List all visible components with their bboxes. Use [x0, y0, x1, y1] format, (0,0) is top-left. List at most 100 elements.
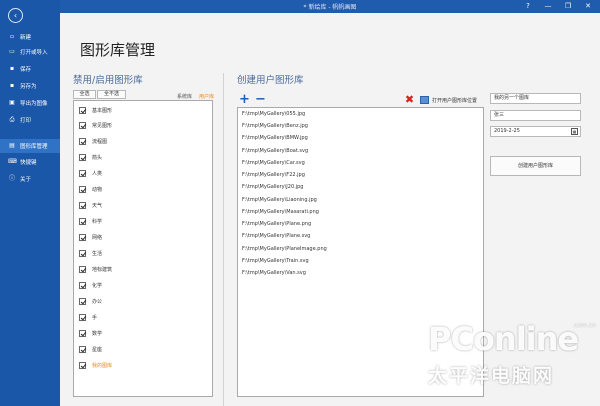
- open-library-location-label: 打开用户图形库位置: [432, 97, 478, 104]
- close-icon[interactable]: ✕: [578, 0, 598, 13]
- checkbox[interactable]: [79, 233, 86, 241]
- checkbox[interactable]: [79, 345, 86, 353]
- select-all-button[interactable]: 全选: [73, 90, 96, 99]
- checkbox[interactable]: [79, 137, 86, 145]
- checkbox[interactable]: [79, 121, 86, 129]
- list-item[interactable]: 网络: [79, 232, 102, 242]
- checkbox[interactable]: [79, 297, 86, 305]
- sidebar-item-open-import[interactable]: ▭ 打开或导入: [0, 45, 60, 59]
- library-name-field[interactable]: 我的另一个图库: [490, 93, 581, 104]
- window-controls: ? — ❐ ✕: [518, 0, 598, 13]
- list-item[interactable]: F:\tmp\MyGallery\BMW.jpg: [242, 135, 308, 141]
- list-item[interactable]: 地标建筑: [79, 264, 112, 274]
- list-item[interactable]: 办公: [79, 296, 102, 306]
- author-field[interactable]: 张三: [490, 110, 581, 121]
- list-item[interactable]: 生活: [79, 248, 102, 258]
- checkbox[interactable]: [79, 217, 86, 225]
- delete-icon[interactable]: ✖: [404, 94, 415, 105]
- checkbox[interactable]: [79, 201, 86, 209]
- library-icon: ▤: [9, 142, 15, 149]
- list-item[interactable]: F:\tmp\MyGallery\055.jpg: [242, 111, 305, 117]
- checkbox[interactable]: [79, 169, 86, 177]
- list-item[interactable]: 数学: [79, 328, 102, 338]
- list-item[interactable]: 箭头: [79, 152, 102, 162]
- sidebar-item-save-as[interactable]: ▪ 另存为: [0, 79, 60, 93]
- minimize-icon[interactable]: —: [538, 0, 558, 13]
- list-item-user-library[interactable]: 我的图库: [79, 360, 112, 370]
- checkbox[interactable]: [79, 153, 86, 161]
- watermark-chinese: 太平洋电脑网: [428, 365, 555, 387]
- sidebar-item-save[interactable]: ▪ 保存: [0, 62, 60, 76]
- checkbox[interactable]: [79, 361, 86, 369]
- calendar-icon[interactable]: ▦: [571, 128, 578, 135]
- sidebar-item-print[interactable]: ⎙ 打印: [0, 113, 60, 127]
- list-item-label: 流程图: [92, 138, 108, 145]
- pconline-watermark: PConline .com.cn 太平洋电脑网: [428, 316, 598, 402]
- list-item[interactable]: F:\tmp\MyGallery\PlaneImage.png: [242, 246, 327, 252]
- list-item[interactable]: 常见图形: [79, 120, 112, 130]
- list-item[interactable]: F:\tmp\MyGallery\Plane.svg: [242, 233, 310, 239]
- list-item[interactable]: F:\tmp\MyGallery\Masarati.png: [242, 209, 319, 215]
- page-title: 图形库管理: [80, 41, 156, 59]
- checkbox[interactable]: [79, 281, 86, 289]
- list-item[interactable]: 人类: [79, 168, 102, 178]
- checkbox[interactable]: [79, 265, 86, 273]
- watermark-brand: PConline: [428, 320, 579, 358]
- list-item-label: 基本图形: [92, 107, 113, 114]
- list-item-label: 人类: [92, 170, 103, 177]
- list-item[interactable]: F:\tmp\MyGallery\Train.svg: [242, 258, 309, 264]
- checkbox[interactable]: [79, 313, 86, 321]
- list-item[interactable]: F:\tmp\MyGallery\Benz.jpg: [242, 123, 308, 129]
- sidebar-item-shortcuts[interactable]: ⌨ 快捷键: [0, 155, 60, 169]
- list-item[interactable]: 科学: [79, 216, 102, 226]
- list-item[interactable]: F:\tmp\MyGallery\Van.svg: [242, 270, 306, 276]
- list-item-label: 箭头: [92, 154, 103, 161]
- list-item-label: 常见图形: [92, 122, 113, 129]
- list-item[interactable]: 化学: [79, 280, 102, 290]
- sidebar-item-label: 另存为: [20, 84, 37, 90]
- folder-icon: [420, 96, 429, 104]
- list-item[interactable]: 流程图: [79, 136, 107, 146]
- help-icon[interactable]: ?: [518, 0, 538, 13]
- add-icon[interactable]: +: [239, 93, 250, 106]
- create-user-library-button[interactable]: 创建用户图形库: [490, 156, 581, 176]
- list-item[interactable]: 星座: [79, 344, 102, 354]
- list-item-label: 地标建筑: [92, 266, 113, 273]
- legend-system-library: 系统库: [177, 94, 193, 100]
- list-item[interactable]: F:\tmp\MyGallery\J20.jpg: [242, 184, 303, 190]
- checkbox[interactable]: [79, 249, 86, 257]
- list-item[interactable]: F:\tmp\MyGallery\Boat.svg: [242, 148, 308, 154]
- save-icon: ▪: [9, 65, 15, 72]
- sidebar-item-label: 打开或导入: [20, 50, 48, 56]
- remove-icon[interactable]: −: [255, 93, 266, 106]
- sidebar-item-label: 打印: [20, 118, 32, 124]
- sidebar-item-label: 图形库管理: [20, 144, 48, 150]
- date-picker[interactable]: 2019-2-25 ▦: [490, 126, 581, 137]
- create-library-title: 创建用户图形库: [237, 75, 304, 86]
- sidebar-item-export-image[interactable]: ▣ 导出为图像: [0, 96, 60, 110]
- maximize-icon[interactable]: ❐: [558, 0, 578, 13]
- checkbox[interactable]: [79, 329, 86, 337]
- list-item[interactable]: F:\tmp\MyGallery\Liaoning.jpg: [242, 197, 317, 203]
- sidebar-item-about[interactable]: ⓘ 关于: [0, 172, 60, 186]
- sidebar-item-library-management[interactable]: ▤ 图形库管理: [0, 139, 60, 153]
- sidebar-item-new[interactable]: ▫ 新建: [0, 30, 60, 44]
- open-library-location-button[interactable]: 打开用户图形库位置: [420, 94, 488, 106]
- list-item[interactable]: 手: [79, 312, 97, 322]
- checkbox[interactable]: [79, 185, 86, 193]
- list-item[interactable]: 基本图形: [79, 105, 112, 115]
- list-item[interactable]: 天气: [79, 200, 102, 210]
- legend-user-library: 用户库: [199, 94, 215, 100]
- list-item[interactable]: 动物: [79, 184, 102, 194]
- select-none-button[interactable]: 全不选: [97, 90, 126, 99]
- list-item-label: 科学: [92, 218, 103, 225]
- list-item-label: 办公: [92, 298, 103, 305]
- back-arrow-icon[interactable]: ‹: [8, 8, 23, 23]
- list-item[interactable]: F:\tmp\MyGallery\F22.jpg: [242, 172, 305, 178]
- list-item[interactable]: F:\tmp\MyGallery\Plane.png: [242, 221, 311, 227]
- list-item[interactable]: F:\tmp\MyGallery\Car.svg: [242, 160, 305, 166]
- list-item-label: 化学: [92, 282, 103, 289]
- checkbox[interactable]: [79, 106, 86, 114]
- list-item-label: 我的图库: [92, 362, 113, 369]
- open-folder-icon: ▭: [9, 48, 15, 55]
